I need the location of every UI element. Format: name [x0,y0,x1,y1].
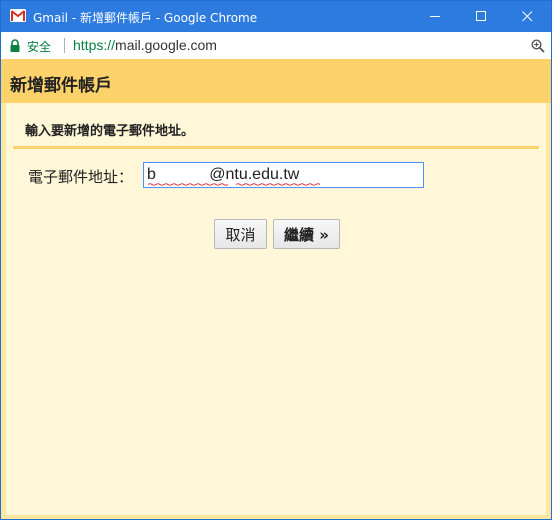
security-label[interactable]: 安全 [27,38,51,55]
dialog-header: 新增郵件帳戶 [1,59,551,103]
close-button[interactable] [505,1,551,32]
url-scheme: https:// [73,37,116,53]
lock-icon[interactable] [9,38,21,57]
email-label: 電子郵件地址： [28,168,134,186]
spellcheck-underline [148,183,320,186]
maximize-button[interactable] [459,1,505,32]
gmail-icon [10,9,26,22]
title-bar[interactable]: Gmail - 新增郵件帳戶 - Google Chrome [1,1,551,32]
page-title: 新增郵件帳戶 [10,76,112,96]
address-bar[interactable]: 安全 https://mail.google.com [1,32,551,60]
dialog-panel: 輸入要新增的電子郵件地址。 電子郵件地址： 取消 繼續 » [6,103,546,515]
address-divider [64,38,65,53]
url-host: mail.google.com [115,37,217,53]
instruction-text: 輸入要新增的電子郵件地址。 [25,124,195,139]
continue-button[interactable]: 繼續 » [273,219,340,249]
cancel-button[interactable]: 取消 [214,219,267,249]
maximize-icon [476,11,486,21]
url-text[interactable]: https://mail.google.com [73,37,217,53]
close-icon [522,11,533,22]
zoom-icon[interactable] [531,38,545,57]
window-title: Gmail - 新增郵件帳戶 - Google Chrome [33,11,258,25]
browser-window: Gmail - 新增郵件帳戶 - Google Chrome 安全 https:… [0,0,552,520]
page-content: 新增郵件帳戶 輸入要新增的電子郵件地址。 電子郵件地址： 取消 繼續 » [1,59,551,519]
section-divider [13,146,539,149]
minimize-button[interactable] [413,1,459,32]
minimize-icon [430,16,440,17]
